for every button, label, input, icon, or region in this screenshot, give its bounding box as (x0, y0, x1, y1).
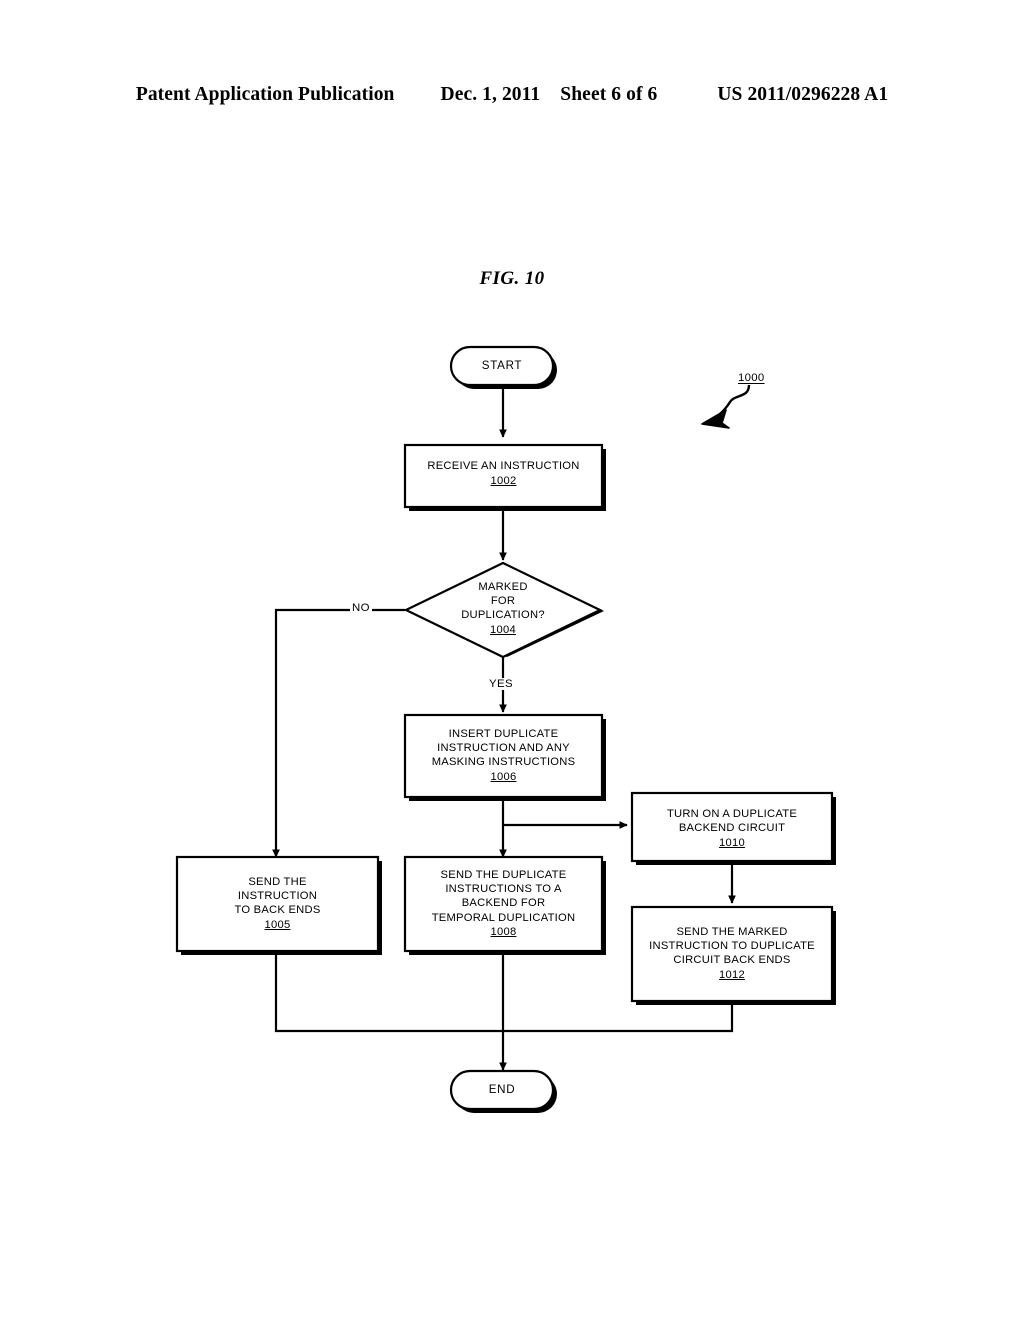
node-1004-shape (403, 561, 603, 659)
branch-label-yes: YES (487, 678, 515, 690)
node-1005-shape (175, 855, 380, 953)
connector-1005-to-merge (274, 951, 503, 1033)
node-1002-shape (403, 443, 604, 509)
reference-callout-arrowhead (701, 409, 730, 429)
connector-1004-no-to-1005 (272, 608, 405, 858)
flowchart-diagram (0, 0, 1024, 1320)
node-start-shape (449, 345, 555, 387)
node-1010-shape (630, 791, 834, 863)
node-1008-shape (403, 855, 604, 953)
node-end-shape (449, 1069, 555, 1111)
branch-label-no: NO (350, 602, 372, 614)
figure-reference-numeral: 1000 (738, 372, 765, 384)
node-1006-shape (403, 713, 604, 799)
node-1012-shape (630, 905, 834, 1003)
connector-1012-to-merge (503, 1001, 734, 1033)
